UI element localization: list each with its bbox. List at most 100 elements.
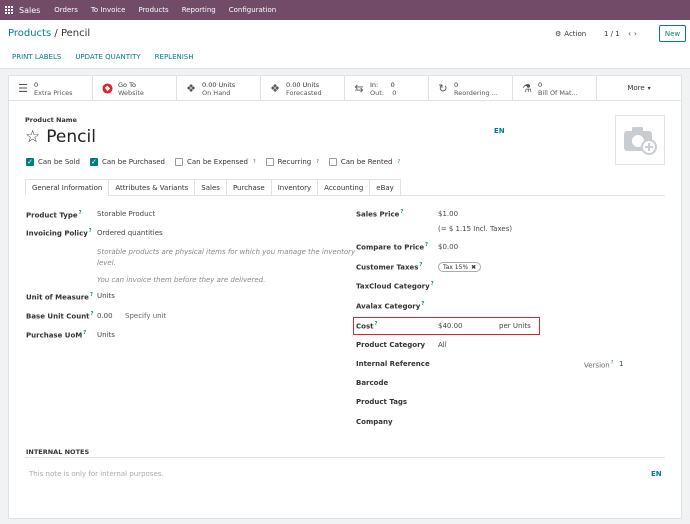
policy-note: Storable products are physical items for…: [97, 248, 356, 256]
uom-field[interactable]: Units: [97, 292, 115, 300]
tax-tag[interactable]: Tax 15% ✖: [438, 262, 482, 272]
smart-value: 0.00 Units: [286, 80, 320, 89]
exchange-icon: ⇆: [354, 82, 364, 95]
smart-button-bom[interactable]: ⚗ 0 Bill Of Mat...: [513, 76, 597, 101]
checkbox-label: Can be Rented: [340, 158, 393, 166]
flask-icon: ⚗: [522, 82, 532, 95]
smart-button-forecasted[interactable]: ❖ 0.00 Units Forecasted: [261, 76, 345, 101]
new-button[interactable]: New: [659, 25, 686, 42]
product-checkboxes: ✓ Can be Sold ✓ Can be Purchased Can be …: [26, 158, 400, 166]
more-button[interactable]: More ▾: [597, 76, 681, 100]
nav-reporting[interactable]: Reporting: [182, 6, 216, 14]
tab-general-information[interactable]: General Information: [25, 179, 110, 196]
tab-inventory[interactable]: Inventory: [270, 179, 319, 196]
checkbox-can-be-rented[interactable]: Can be Rented?: [328, 158, 400, 166]
purchase-uom-field[interactable]: Units: [97, 331, 115, 339]
help-icon[interactable]: ?: [253, 159, 256, 165]
avalax-category-label: Avalax Category?: [356, 301, 425, 311]
chevron-left-icon[interactable]: ‹: [628, 29, 631, 38]
invoicing-policy-field[interactable]: Ordered quantities: [97, 229, 163, 237]
cost-field[interactable]: $40.00: [438, 322, 463, 330]
checkbox-label: Can be Expensed: [186, 158, 248, 166]
policy-note-cont: level.: [97, 259, 116, 267]
nav-products[interactable]: Products: [138, 6, 168, 14]
checkbox-can-be-purchased[interactable]: ✓ Can be Purchased: [89, 158, 165, 166]
tab-purchase[interactable]: Purchase: [225, 179, 272, 196]
cost-unit: per Units: [499, 322, 531, 330]
base-unit-count-label: Base Unit Count?: [26, 311, 94, 321]
nav-to-invoice[interactable]: To Invoice: [91, 6, 126, 14]
smart-label: Website: [118, 88, 144, 97]
internal-notes-field[interactable]: This note is only for internal purposes.: [29, 470, 164, 478]
app-name[interactable]: Sales: [19, 6, 40, 15]
invoicing-policy-label: Invoicing Policy?: [26, 228, 92, 238]
smart-button-in-out[interactable]: ⇆ In: 0 Out: 0: [345, 76, 429, 101]
chevron-right-icon[interactable]: ›: [634, 29, 637, 38]
smart-label: Reordering ...: [454, 88, 498, 97]
breadcrumb-products[interactable]: Products: [8, 28, 51, 39]
cost-label: Cost?: [356, 321, 378, 331]
sales-price-field[interactable]: $1.00: [438, 210, 458, 218]
help-icon[interactable]: ?: [316, 159, 319, 165]
check-icon: ✓: [26, 157, 34, 166]
product-name-label: Product Name: [25, 116, 77, 124]
product-type-field[interactable]: Storable Product: [97, 210, 155, 218]
star-icon[interactable]: ☆: [25, 128, 40, 146]
checkbox-label: Recurring: [277, 158, 312, 166]
customer-taxes-label: Customer Taxes?: [356, 262, 423, 272]
breadcrumb: Products / Pencil: [8, 28, 90, 39]
checkbox-can-be-expensed[interactable]: Can be Expensed?: [174, 158, 256, 166]
language-button[interactable]: EN: [494, 127, 505, 135]
barcode-label: Barcode: [356, 379, 389, 387]
smart-value: 0.00 Units: [202, 80, 236, 89]
control-panel: Products / Pencil ⚙ Action 1 / 1 ‹ › New…: [0, 20, 690, 69]
compare-price-field[interactable]: $0.00: [438, 243, 458, 251]
action-button[interactable]: ⚙ Action: [555, 30, 586, 38]
smart-button-website[interactable]: Go To Website: [93, 76, 177, 101]
product-tags-label: Product Tags: [356, 398, 408, 406]
product-name-field[interactable]: Pencil: [46, 127, 96, 147]
nav-configuration[interactable]: Configuration: [229, 6, 276, 14]
product-category-label: Product Category: [356, 341, 426, 349]
product-category-field[interactable]: All: [438, 341, 447, 349]
print-labels-button[interactable]: PRINT LABELS: [12, 53, 61, 61]
checkbox-box: [328, 158, 337, 166]
product-image[interactable]: [615, 115, 665, 165]
tab-accounting[interactable]: Accounting: [317, 179, 371, 196]
action-label: Action: [564, 30, 587, 38]
close-icon[interactable]: ✖: [471, 264, 476, 271]
more-label: More: [627, 84, 645, 92]
pager-arrows: ‹ ›: [628, 29, 637, 38]
update-quantity-button[interactable]: UPDATE QUANTITY: [75, 53, 140, 61]
tab-sales[interactable]: Sales: [194, 179, 227, 196]
smart-label: Extra Prices: [34, 88, 73, 97]
replenish-button[interactable]: REPLENISH: [155, 53, 194, 61]
list-icon: ☰: [18, 82, 28, 95]
checkbox-label: Can be Purchased: [101, 158, 165, 166]
breadcrumb-separator: /: [54, 28, 58, 39]
checkbox-recurring[interactable]: Recurring?: [265, 158, 319, 166]
tab-attributes-variants[interactable]: Attributes & Variants: [108, 179, 196, 196]
incl-taxes-value: (= $ 1.15 Incl. Taxes): [438, 225, 513, 233]
help-icon[interactable]: ?: [397, 159, 400, 165]
smart-button-reordering[interactable]: ↻ 0 Reordering ...: [429, 76, 513, 101]
pager-value[interactable]: 1 / 1: [604, 30, 620, 38]
version-field[interactable]: 1: [619, 360, 623, 368]
nav-orders[interactable]: Orders: [54, 6, 78, 14]
checkbox-can-be-sold[interactable]: ✓ Can be Sold: [26, 158, 80, 166]
base-unit-field[interactable]: Specify unit: [125, 312, 166, 320]
notes-language-button[interactable]: EN: [651, 470, 662, 478]
apps-menu-icon[interactable]: [5, 6, 13, 14]
internal-notes-label: INTERNAL NOTES: [26, 448, 90, 456]
base-unit-count-field[interactable]: 0.00: [97, 312, 113, 320]
smart-button-extra-prices[interactable]: ☰ 0 Extra Prices: [9, 76, 93, 101]
smart-label: Out: 0: [370, 88, 397, 97]
smart-button-on-hand[interactable]: ❖ 0.00 Units On Hand: [177, 76, 261, 101]
sales-price-label: Sales Price?: [356, 209, 404, 219]
tax-tag-label: Tax 15%: [443, 263, 469, 271]
smart-buttons: ☰ 0 Extra Prices Go To Website ❖ 0.00 Unit…: [9, 76, 681, 101]
tab-ebay[interactable]: eBay: [369, 179, 401, 196]
checkbox-label: Can be Sold: [38, 158, 80, 166]
company-label: Company: [356, 418, 393, 426]
title-row: ☆ Pencil: [25, 127, 96, 147]
